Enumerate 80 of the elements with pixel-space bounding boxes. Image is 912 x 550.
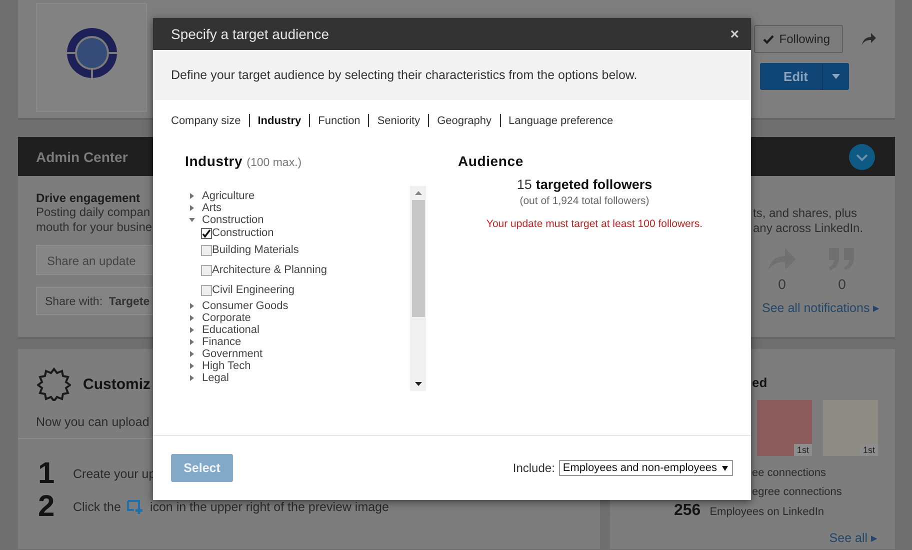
audience-heading: Audience	[458, 153, 524, 169]
warning-message: Your update must target at least 100 followers.	[485, 218, 704, 230]
comment-count: 0	[838, 276, 846, 292]
industry-option[interactable]: Construction	[212, 227, 274, 239]
industry-option[interactable]: Architecture & Planning	[212, 264, 327, 276]
industry-group[interactable]: Agriculture	[185, 190, 410, 202]
expand-triangle-icon[interactable]	[189, 315, 195, 321]
image-add-icon	[126, 500, 144, 514]
engagement-text: ts, and shares, plus	[753, 206, 858, 221]
photo-placeholder[interactable]: 1st	[823, 400, 878, 456]
expand-triangle-icon[interactable]	[189, 327, 195, 333]
expand-triangle-icon[interactable]	[189, 339, 195, 345]
industry-group[interactable]: High Tech	[185, 360, 410, 372]
filter-tab[interactable]: Function	[318, 114, 360, 126]
include-label: Include:	[512, 461, 555, 475]
expand-triangle-icon[interactable]	[189, 303, 195, 309]
checkbox[interactable]	[201, 264, 212, 276]
connection-degree-badge: 1st	[860, 444, 878, 456]
dialog-title: Specify a target audience	[171, 26, 329, 42]
check-icon	[763, 34, 774, 44]
industry-group[interactable]: Government	[185, 348, 410, 360]
targeted-count: 15	[516, 177, 532, 192]
caret-icon[interactable]	[722, 466, 728, 470]
starburst-badge-icon	[37, 367, 71, 401]
include-dropdown[interactable]: Employees and non-employees	[558, 460, 733, 476]
checkbox[interactable]	[201, 284, 212, 296]
industry-limit: (100 max.)	[246, 157, 302, 169]
step-number: 1	[38, 456, 56, 490]
connections-text: egree connections	[752, 485, 843, 500]
expand-triangle-icon[interactable]	[189, 351, 195, 357]
industry-group[interactable]: Corporate	[185, 312, 410, 324]
collapse-triangle-icon[interactable]	[189, 217, 195, 223]
industry-option[interactable]: Building Materials	[212, 244, 299, 256]
connections-text: ee connections	[752, 466, 827, 481]
close-button[interactable]: ×	[726, 26, 743, 42]
scroll-down-icon[interactable]	[414, 382, 422, 386]
industry-option[interactable]: Civil Engineering	[212, 284, 295, 296]
engagement-text: Posting daily compan	[36, 205, 152, 220]
share-count: 0	[778, 276, 786, 292]
filter-tab[interactable]: Geography	[437, 114, 492, 126]
industry-group[interactable]: Construction	[185, 214, 410, 226]
scrollbar[interactable]	[410, 186, 426, 391]
industry-group[interactable]: Finance	[185, 336, 410, 348]
expand-triangle-icon[interactable]	[189, 363, 195, 369]
connections-title: ed	[752, 374, 768, 390]
targeted-label: targeted followers	[536, 177, 652, 192]
total-followers: (out of 1,924 total followers)	[518, 195, 650, 207]
following-button[interactable]: Following	[754, 25, 843, 53]
expand-triangle-icon[interactable]	[189, 375, 195, 381]
step-text: icon in the upper right of the preview image	[150, 500, 389, 514]
photo-placeholder[interactable]: 1st	[757, 400, 812, 456]
engagement-title: Drive engagement	[36, 191, 142, 205]
engagement-text: mouth for your busine	[36, 220, 154, 235]
engagement-text: any across LinkedIn.	[753, 221, 864, 236]
employees-label: Employees on LinkedIn	[710, 506, 824, 518]
checkbox[interactable]	[201, 244, 212, 256]
connection-degree-badge: 1st	[794, 444, 812, 456]
company-logo-icon	[66, 26, 118, 78]
step-number: 2	[38, 490, 56, 524]
industry-group[interactable]: Legal	[185, 372, 410, 384]
checkbox[interactable]	[201, 228, 212, 238]
filter-tab[interactable]: Industry	[258, 114, 302, 126]
dialog-description: Define your target audience by selecting their characteristics from the options below.	[171, 68, 638, 82]
scroll-up-icon[interactable]	[414, 191, 422, 195]
chevron-circle-icon[interactable]	[849, 144, 875, 170]
expand-triangle-icon[interactable]	[189, 193, 195, 199]
filter-tab[interactable]: Seniority	[377, 114, 420, 126]
filter-tab[interactable]: Language preference	[508, 114, 614, 126]
share-arrow-icon[interactable]	[861, 32, 877, 46]
filter-tab[interactable]: Company size	[171, 114, 241, 126]
industry-heading: Industry	[185, 153, 243, 169]
step-text: Click the	[73, 500, 121, 514]
edit-button[interactable]: Edit	[760, 63, 849, 90]
employees-count: 256	[674, 502, 701, 520]
admin-center-title: Admin Center	[36, 148, 128, 164]
expand-triangle-icon[interactable]	[189, 205, 195, 211]
industry-group[interactable]: Arts	[185, 202, 410, 214]
industry-group[interactable]: Educational	[185, 324, 410, 336]
customize-title: Customiz	[83, 376, 150, 392]
industry-group[interactable]: Consumer Goods	[185, 300, 410, 312]
